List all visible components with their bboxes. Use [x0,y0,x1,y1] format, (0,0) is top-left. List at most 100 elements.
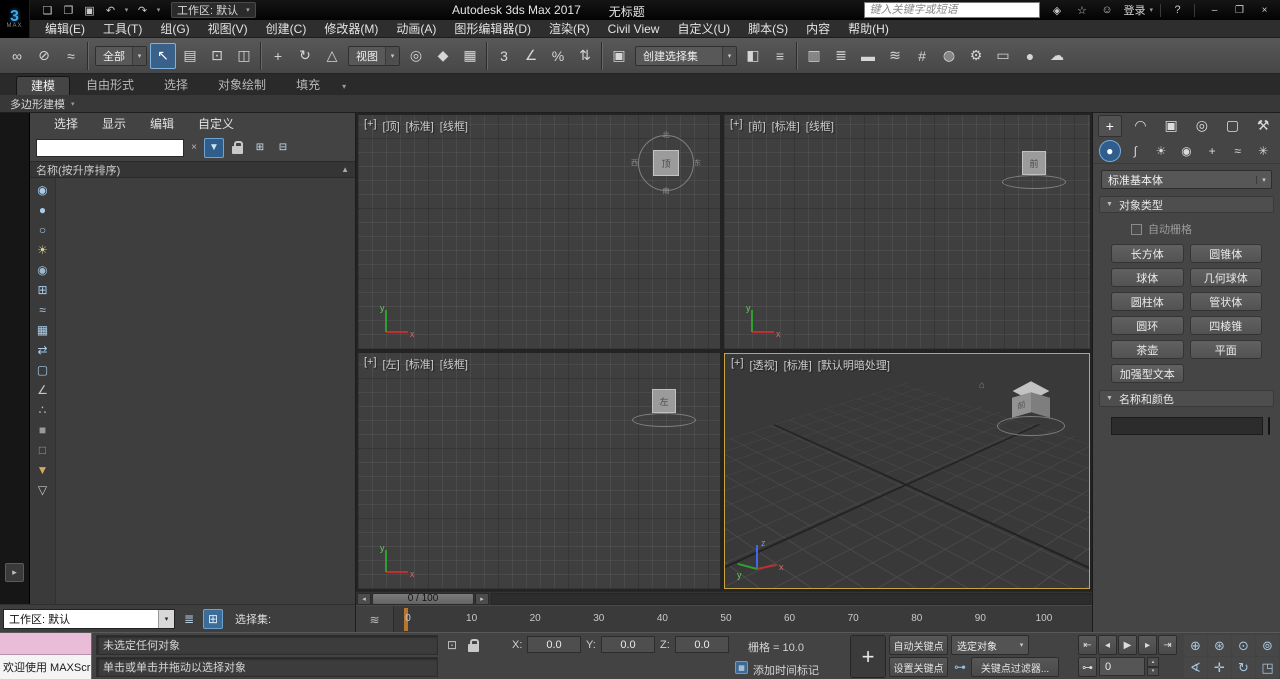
select-object-icon[interactable]: ↖ [150,43,176,69]
plane-button[interactable]: 平面 [1190,340,1263,359]
minimize-button[interactable]: – [1202,2,1227,18]
unlink-selection-icon[interactable]: ⊘ [31,43,57,69]
toggle-ribbon-icon[interactable]: ▬ [855,43,881,69]
next-frame-arrow[interactable]: ▸ [475,593,489,605]
cone-button[interactable]: 圆锥体 [1190,244,1263,263]
viewport-standard-menu[interactable]: [标准] [772,118,800,134]
key-icon[interactable]: ⊶ [951,657,969,677]
select-and-link-icon[interactable]: ∞ [4,43,30,69]
advanced-filter-icon[interactable]: ▽ [33,480,53,500]
add-time-tag[interactable]: 添加时间标记 [753,662,819,678]
previous-frame-icon[interactable]: ◂ [1098,635,1117,655]
systems-category-icon[interactable]: ✳ [1252,140,1274,162]
play-button-icon[interactable]: ▶ [1118,635,1137,655]
expand-panel-button[interactable]: ▸ [5,563,24,582]
workspace-dropdown[interactable]: 工作区: 默认 ▾ [3,609,175,629]
new-file-icon[interactable]: ❏ [38,2,57,18]
percent-snap-toggle-icon[interactable]: % [545,43,571,69]
filter-combinations-icon[interactable]: ▼ [33,460,53,480]
polygon-modeling-panel[interactable]: 多边形建模 [10,96,65,112]
geosphere-button[interactable]: 几何球体 [1190,268,1263,287]
ribbon-tab-object-paint[interactable]: 对象绘制 [204,76,280,95]
user-icon[interactable]: ☺ [1097,2,1116,18]
scene-explorer-menu-item[interactable]: 编辑 [150,115,174,132]
select-by-name-icon[interactable]: ▤ [177,43,203,69]
go-to-end-icon[interactable]: ⇥ [1158,635,1177,655]
viewcube-front-face[interactable]: 前 [1012,392,1031,417]
viewport-standard-menu[interactable]: [标准] [784,357,812,373]
select-and-rotate-icon[interactable]: ↻ [292,43,318,69]
named-selection-sets-dropdown[interactable]: 创建选择集 ▾ [635,46,737,66]
track-bar[interactable]: ≋ 0102030405060708090100 [356,605,1092,632]
menu-item[interactable]: 组(G) [151,20,198,38]
motion-tab-icon[interactable]: ◎ [1190,115,1214,137]
undo-icon[interactable]: ↶ [101,2,120,18]
space-warps-category-icon[interactable]: ≈ [1227,140,1249,162]
view-options-icon[interactable]: ⊟ [273,138,293,158]
key-mode-toggle[interactable]: ⊶ [1078,657,1097,677]
viewport-pov-menu[interactable]: [左] [383,356,400,372]
toggle-layer-explorer-icon[interactable]: ≣ [828,43,854,69]
reference-coordinate-dropdown[interactable]: 视图 ▾ [348,46,400,66]
box-button[interactable]: 长方体 [1111,244,1184,263]
time-slider-track[interactable] [491,593,1091,605]
viewcube-side-face[interactable] [1031,392,1050,417]
render-in-cloud-icon[interactable]: ☁ [1044,43,1070,69]
align-icon[interactable]: ≡ [767,43,793,69]
autogrid-checkbox[interactable] [1131,224,1142,235]
viewport-front[interactable]: [+] [前] [标准] [线框] 前 x y [724,115,1090,349]
time-tag-icon[interactable]: ▦ [735,661,748,674]
cylinder-button[interactable]: 圆柱体 [1111,292,1184,311]
material-editor-icon[interactable]: ◍ [936,43,962,69]
cameras-category-icon[interactable]: ◉ [1176,140,1198,162]
menu-item[interactable]: 编辑(E) [36,20,94,38]
zoom-extents-all-icon[interactable]: ⊚ [1256,635,1279,656]
spinner-down-icon[interactable]: ▾ [1147,667,1159,677]
menu-item[interactable]: 工具(T) [94,20,151,38]
mirror-icon[interactable]: ◧ [740,43,766,69]
object-name-input[interactable] [1111,417,1263,435]
sphere-button[interactable]: 球体 [1111,268,1184,287]
viewport-top[interactable]: [+] [顶] [标准] [线框] 北 东 南 西 顶 x y [358,115,720,349]
display-frozen-filter-icon[interactable]: ■ [33,420,53,440]
lights-category-icon[interactable]: ☀ [1150,140,1172,162]
spinner-snap-toggle-icon[interactable]: ⇅ [572,43,598,69]
helpers-category-icon[interactable]: + [1201,140,1223,162]
textplus-button[interactable]: 加强型文本 [1111,364,1184,383]
redo-icon[interactable]: ↷ [133,2,152,18]
select-and-move-icon[interactable]: + [265,43,291,69]
menu-item[interactable]: 视图(V) [199,20,257,38]
pyramid-button[interactable]: 四棱锥 [1190,316,1263,335]
viewport-general-menu[interactable]: [+] [730,118,743,134]
viewport-shading-menu[interactable]: [线框] [440,118,468,134]
mini-curve-editor-icon[interactable]: ≋ [356,606,394,633]
menu-item[interactable]: 自定义(U) [668,20,739,38]
menu-item[interactable]: 渲染(R) [540,20,599,38]
display-containers-filter-icon[interactable]: ▢ [33,360,53,380]
viewport-standard-menu[interactable]: [标准] [406,118,434,134]
teapot-button[interactable]: 茶壶 [1111,340,1184,359]
maxscript-mini-listener[interactable]: 欢迎使用 MAXScript [0,633,92,679]
select-and-manipulate-icon[interactable]: ◆ [430,43,456,69]
close-button[interactable]: × [1252,2,1277,18]
pick-from-list-icon[interactable]: ⊞ [250,138,270,158]
viewcube[interactable]: 北 东 南 西 顶 [636,133,696,193]
set-keys-button[interactable]: + [850,635,886,678]
z-coordinate-field[interactable] [675,636,729,653]
display-lights-filter-icon[interactable]: ☀ [33,240,53,260]
menu-item[interactable]: 创建(C) [257,20,316,38]
utilities-tab-icon[interactable]: ⚒ [1251,115,1275,137]
tube-button[interactable]: 管状体 [1190,292,1263,311]
menu-item[interactable]: 图形编辑器(D) [445,20,540,38]
viewport-pov-menu[interactable]: [顶] [383,118,400,134]
use-pivot-point-center-icon[interactable]: ◎ [403,43,429,69]
display-space-warps-filter-icon[interactable]: ≈ [33,300,53,320]
maxscript-listener-line[interactable]: 欢迎使用 MAXScript [0,655,91,679]
viewcube-home-icon[interactable]: ⌂ [979,380,985,391]
set-key-button[interactable]: 设置关键点 [889,657,948,677]
selection-filter-dropdown[interactable]: 全部 ▾ [95,46,147,66]
field-of-view-icon[interactable]: ∢ [1184,657,1207,678]
display-list-options-icon[interactable]: ≣ [179,609,199,629]
restore-button[interactable]: ❐ [1227,2,1252,18]
display-geometry-filter-icon[interactable]: ● [33,200,53,220]
